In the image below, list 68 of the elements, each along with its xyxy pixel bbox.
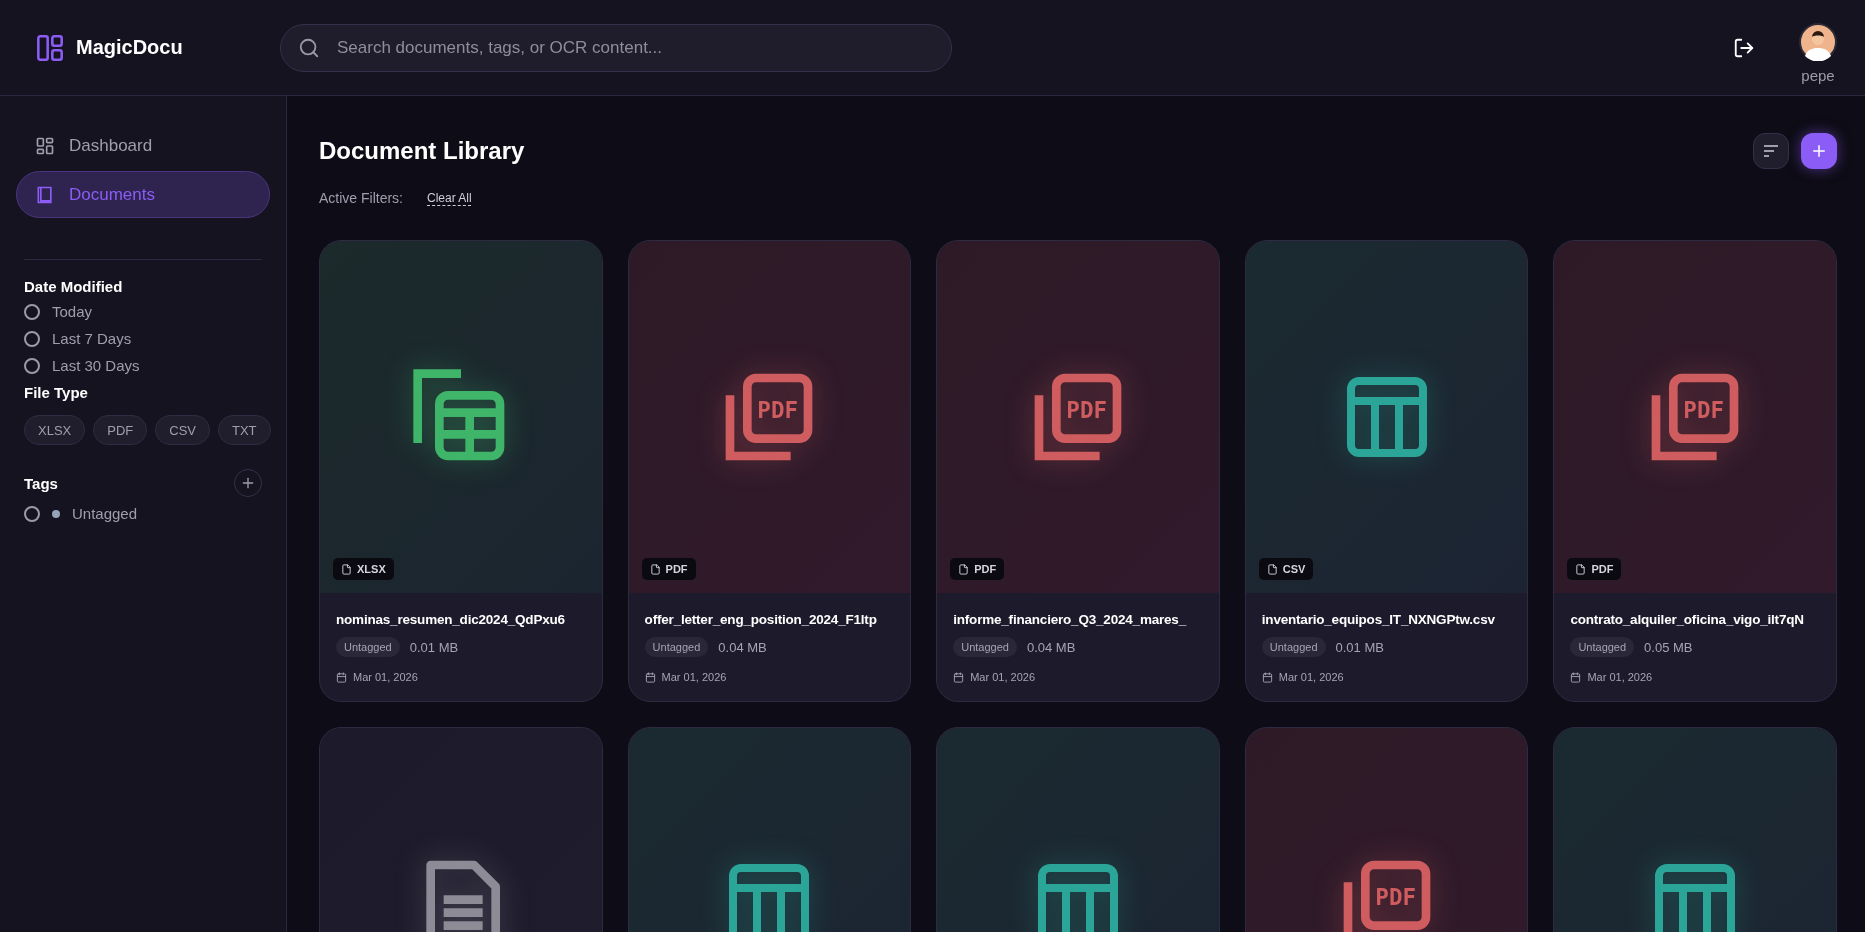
file-date: Mar 01, 2026 [970, 671, 1035, 683]
tag-label: Untagged [644, 637, 709, 657]
file-type-chip[interactable]: TXT [218, 415, 271, 445]
calendar-icon [953, 671, 965, 683]
file-name: nominas_resumen_dic2024_QdPxu6 [336, 612, 566, 627]
radio-button[interactable] [24, 357, 40, 374]
document-card[interactable]: PDF PDF contrato_alquiler_oficina_vigo_ilt7qN Untagged 0.05 MB Mar 01, 2026 [1553, 240, 1837, 702]
sort-button[interactable] [1753, 133, 1789, 169]
dashboard-icon [35, 135, 55, 156]
page-title: Document Library [319, 137, 525, 165]
file-type-badge: PDF [1567, 558, 1622, 580]
search-field[interactable]: Search documents, tags, or OCR content... [280, 23, 952, 72]
file-date: Mar 01, 2026 [661, 671, 727, 683]
user-avatar[interactable] [1799, 23, 1837, 61]
user-name: pepe [1801, 67, 1835, 84]
logo-icon [36, 33, 64, 62]
radio-label: Today [52, 303, 93, 320]
radio-label: Last 7 Days [52, 330, 132, 347]
filters-label: Active Filters: [319, 190, 403, 206]
file-type-badge: XLSX [333, 558, 394, 580]
file-size: 0.04 MB [1026, 639, 1076, 655]
file-type-badge: PDF [641, 558, 696, 580]
document-card[interactable]: PDF [1244, 727, 1529, 932]
calendar-icon [1570, 671, 1582, 683]
plus-icon [240, 475, 256, 491]
file-name: inventario_equipos_IT_NXNGPtw.csv [1261, 612, 1496, 627]
document-card[interactable]: XLSX nominas_resumen_dic2024_QdPxu6 Untagged 0.01 MB Mar 01, 2026 [319, 240, 603, 702]
app-name: MagicDocu [76, 36, 183, 59]
radio-label: Last 30 Days [52, 357, 140, 374]
search-icon [298, 36, 320, 59]
document-card[interactable]: PDF PDF offer_letter_eng_position_2024_F1ltp Untagged 0.04 MB Mar 01, 2026 [627, 240, 912, 702]
file-date: Mar 01, 2026 [353, 671, 418, 683]
radio-button[interactable] [24, 505, 40, 522]
calendar-icon [1261, 671, 1273, 683]
file-name: informe_financiero_Q3_2024_mares_ [953, 612, 1188, 627]
file-type-badge: PDF [950, 558, 1005, 580]
document-card[interactable]: CSV inventario_equipos_IT_NXNGPtw.csv Untagged 0.01 MB Mar 01, 2026 [1244, 240, 1529, 702]
radio-button[interactable] [24, 330, 40, 347]
plus-icon [1810, 142, 1828, 160]
file-type-chip[interactable]: PDF [93, 415, 148, 445]
section-title: File Type [24, 384, 89, 401]
section-title: Tags [24, 474, 58, 492]
nav-item[interactable]: Dashboard [16, 122, 270, 169]
file-date: Mar 01, 2026 [1278, 671, 1344, 683]
file-type-chip[interactable]: CSV [155, 415, 210, 445]
file-size: 0.01 MB [409, 639, 459, 655]
clear-all-link[interactable]: Clear All [427, 191, 472, 205]
calendar-icon [644, 671, 656, 683]
file-type-chip[interactable]: XLSX [24, 415, 86, 445]
document-card[interactable]: PDF PDF informe_financiero_Q3_2024_mares_ Untagged 0.04 MB Mar 01, 2026 [936, 240, 1220, 702]
radio-label: Untagged [72, 505, 138, 522]
book-icon [35, 184, 55, 205]
file-size: 0.05 MB [1644, 639, 1693, 655]
tag-label: Untagged [1570, 637, 1635, 657]
tag-label: Untagged [953, 637, 1017, 657]
file-size: 0.01 MB [1335, 639, 1384, 655]
file-size: 0.04 MB [718, 639, 767, 655]
add-button[interactable] [1801, 133, 1837, 169]
file-name: offer_letter_eng_position_2024_F1ltp [644, 612, 878, 627]
section-title: Date Modified [24, 278, 124, 295]
tag-label: Untagged [1261, 637, 1326, 657]
file-date: Mar 01, 2026 [1587, 671, 1653, 683]
sort-icon [1763, 145, 1779, 157]
file-type-badge: CSV [1258, 558, 1314, 580]
radio-button[interactable] [24, 303, 40, 320]
calendar-icon [336, 671, 347, 683]
tag-label: Untagged [336, 637, 400, 657]
file-name: contrato_alquiler_oficina_vigo_ilt7qN [1570, 612, 1805, 627]
